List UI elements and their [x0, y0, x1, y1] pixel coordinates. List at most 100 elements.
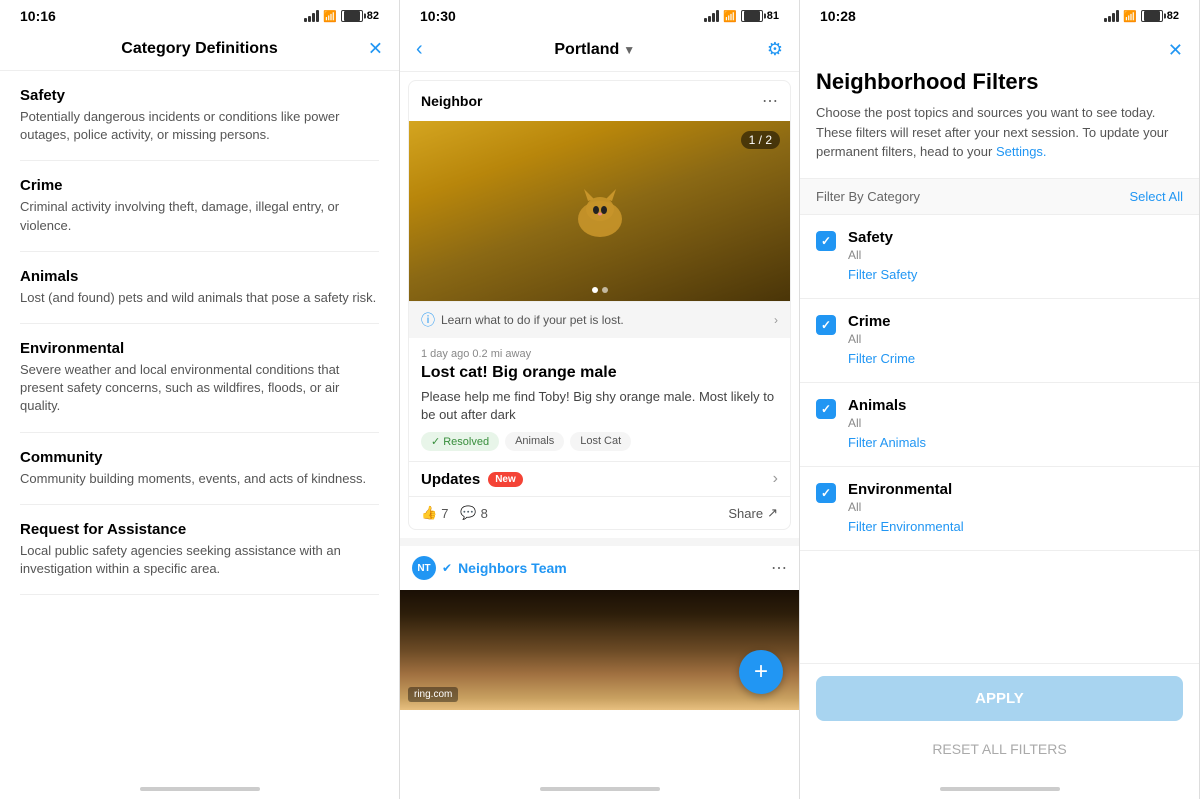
share-label: Share: [728, 506, 763, 521]
status-bar-1: 10:16 📶 82: [0, 0, 399, 28]
category-name: Safety: [20, 87, 379, 104]
panel3-header: ✕: [800, 28, 1199, 69]
time-2: 10:30: [420, 8, 456, 24]
share-button[interactable]: Share ↗: [728, 505, 778, 521]
category-desc: Potentially dangerous incidents or condi…: [20, 108, 379, 144]
location-label: Portland: [554, 41, 619, 59]
post-card-1: Neighbor ⋯: [408, 80, 791, 530]
close-icon-3[interactable]: ✕: [1168, 40, 1183, 61]
time-3: 10:28: [820, 8, 856, 24]
category-desc: Criminal activity involving theft, damag…: [20, 198, 379, 234]
tag-lostcat[interactable]: Lost Cat: [570, 432, 631, 451]
filter-sub-crime: All: [848, 332, 1183, 346]
filter-sub-animals: All: [848, 416, 1183, 430]
filter-crime-link[interactable]: Filter Crime: [848, 351, 915, 366]
tag-animals[interactable]: Animals: [505, 432, 564, 451]
status-bar-3: 10:28 📶 82: [800, 0, 1199, 28]
comment-button[interactable]: 💬 8: [460, 505, 487, 521]
check-icon: ✓: [821, 318, 831, 332]
settings-icon[interactable]: ⚙: [767, 39, 783, 60]
close-icon[interactable]: ✕: [368, 39, 383, 60]
apply-button[interactable]: APPLY: [816, 676, 1183, 721]
time-1: 10:16: [20, 8, 56, 24]
next-post-header: NT ✔ Neighbors Team ⋯: [400, 546, 799, 590]
battery-pct-3: 82: [1167, 10, 1179, 22]
updates-row[interactable]: Updates New ›: [409, 461, 790, 496]
filter-items-list: ✓ Safety All Filter Safety ✓ Crime All F…: [800, 215, 1199, 664]
check-icon: ✓: [821, 486, 831, 500]
category-desc: Severe weather and local environmental c…: [20, 361, 379, 416]
post-meta: 1 day ago 0.2 mi away: [409, 338, 790, 364]
wifi-icon-3: 📶: [1123, 10, 1137, 23]
filter-name-animals: Animals: [848, 397, 1183, 414]
category-item: Environmental Severe weather and local e…: [20, 324, 379, 433]
updates-chevron-icon: ›: [773, 470, 778, 488]
tag-resolved[interactable]: Resolved: [421, 432, 499, 451]
post-image-inner: [409, 121, 790, 301]
post-body: Please help me find Toby! Big shy orange…: [409, 388, 790, 432]
image-counter: 1 / 2: [741, 131, 780, 149]
filter-environmental-link[interactable]: Filter Environmental: [848, 519, 964, 534]
filter-section-header: Filter By Category Select All: [800, 178, 1199, 215]
filter-item-crime: ✓ Crime All Filter Crime: [800, 299, 1199, 383]
poster-name[interactable]: Neighbors Team: [458, 560, 567, 576]
panel-category-definitions: 10:16 📶 82 Category Definitions ✕ Safety…: [0, 0, 400, 799]
settings-link[interactable]: Settings.: [996, 144, 1047, 159]
filter-sub-safety: All: [848, 248, 1183, 262]
home-indicator-1: [0, 779, 399, 799]
home-indicator-2: [400, 779, 799, 799]
filter-animals-link[interactable]: Filter Animals: [848, 435, 926, 450]
reset-button[interactable]: RESET ALL FILTERS: [816, 731, 1183, 767]
checkbox-safety[interactable]: ✓: [816, 231, 836, 251]
filter-description: Choose the post topics and sources you w…: [800, 103, 1199, 178]
action-row: 👍 7 💬 8 Share ↗: [409, 496, 790, 529]
panel1-title: Category Definitions: [121, 40, 277, 58]
check-icon: ✓: [821, 402, 831, 416]
panel-feed: 10:30 📶 81 ‹ Portland ▼ ⚙ Ne: [400, 0, 800, 799]
info-text: Learn what to do if your pet is lost.: [441, 313, 624, 327]
post-source: Neighbor: [421, 93, 482, 109]
battery-pct-1: 82: [367, 10, 379, 22]
cat-illustration: [560, 181, 640, 241]
comment-icon: 💬: [460, 505, 476, 521]
filter-by-category-label: Filter By Category: [816, 189, 920, 204]
info-icon: ⓘ: [421, 310, 435, 330]
filter-sub-environmental: All: [848, 500, 1183, 514]
home-indicator-3: [800, 779, 1199, 799]
battery-pct-2: 81: [767, 10, 779, 22]
category-desc: Community building moments, events, and …: [20, 470, 379, 488]
checkbox-environmental[interactable]: ✓: [816, 483, 836, 503]
category-desc: Local public safety agencies seeking ass…: [20, 542, 379, 578]
location-selector[interactable]: Portland ▼: [554, 41, 635, 59]
battery-icon-2: [741, 10, 763, 22]
filter-title: Neighborhood Filters: [800, 69, 1199, 103]
share-icon: ↗: [767, 505, 778, 521]
more-options-icon[interactable]: ⋯: [762, 91, 778, 111]
filter-name-environmental: Environmental: [848, 481, 1183, 498]
back-button[interactable]: ‹: [416, 38, 423, 61]
post-card-header: Neighbor ⋯: [409, 81, 790, 121]
filter-name-crime: Crime: [848, 313, 1183, 330]
checkbox-crime[interactable]: ✓: [816, 315, 836, 335]
filter-safety-link[interactable]: Filter Safety: [848, 267, 917, 282]
more-options-icon-2[interactable]: ⋯: [771, 558, 787, 578]
status-icons-3: 📶 82: [1104, 10, 1179, 23]
info-banner[interactable]: ⓘ Learn what to do if your pet is lost. …: [409, 301, 790, 338]
category-item: Animals Lost (and found) pets and wild a…: [20, 252, 379, 324]
new-badge: New: [488, 472, 523, 487]
status-icons-1: 📶 82: [304, 10, 379, 23]
feed-scroll[interactable]: Neighbor ⋯: [400, 72, 799, 779]
checkbox-animals[interactable]: ✓: [816, 399, 836, 419]
comments-count: 8: [481, 506, 488, 521]
likes-count: 7: [441, 506, 448, 521]
like-button[interactable]: 👍 7: [421, 505, 448, 521]
category-list: Safety Potentially dangerous incidents o…: [0, 71, 399, 779]
signal-icon-3: [1104, 10, 1119, 22]
ring-watermark: ring.com: [408, 687, 458, 702]
filter-name-safety: Safety: [848, 229, 1183, 246]
category-item: Request for Assistance Local public safe…: [20, 505, 379, 595]
filter-item-safety: ✓ Safety All Filter Safety: [800, 215, 1199, 299]
avatar: NT: [412, 556, 436, 580]
select-all-button[interactable]: Select All: [1130, 189, 1183, 204]
wifi-icon-2: 📶: [723, 10, 737, 23]
